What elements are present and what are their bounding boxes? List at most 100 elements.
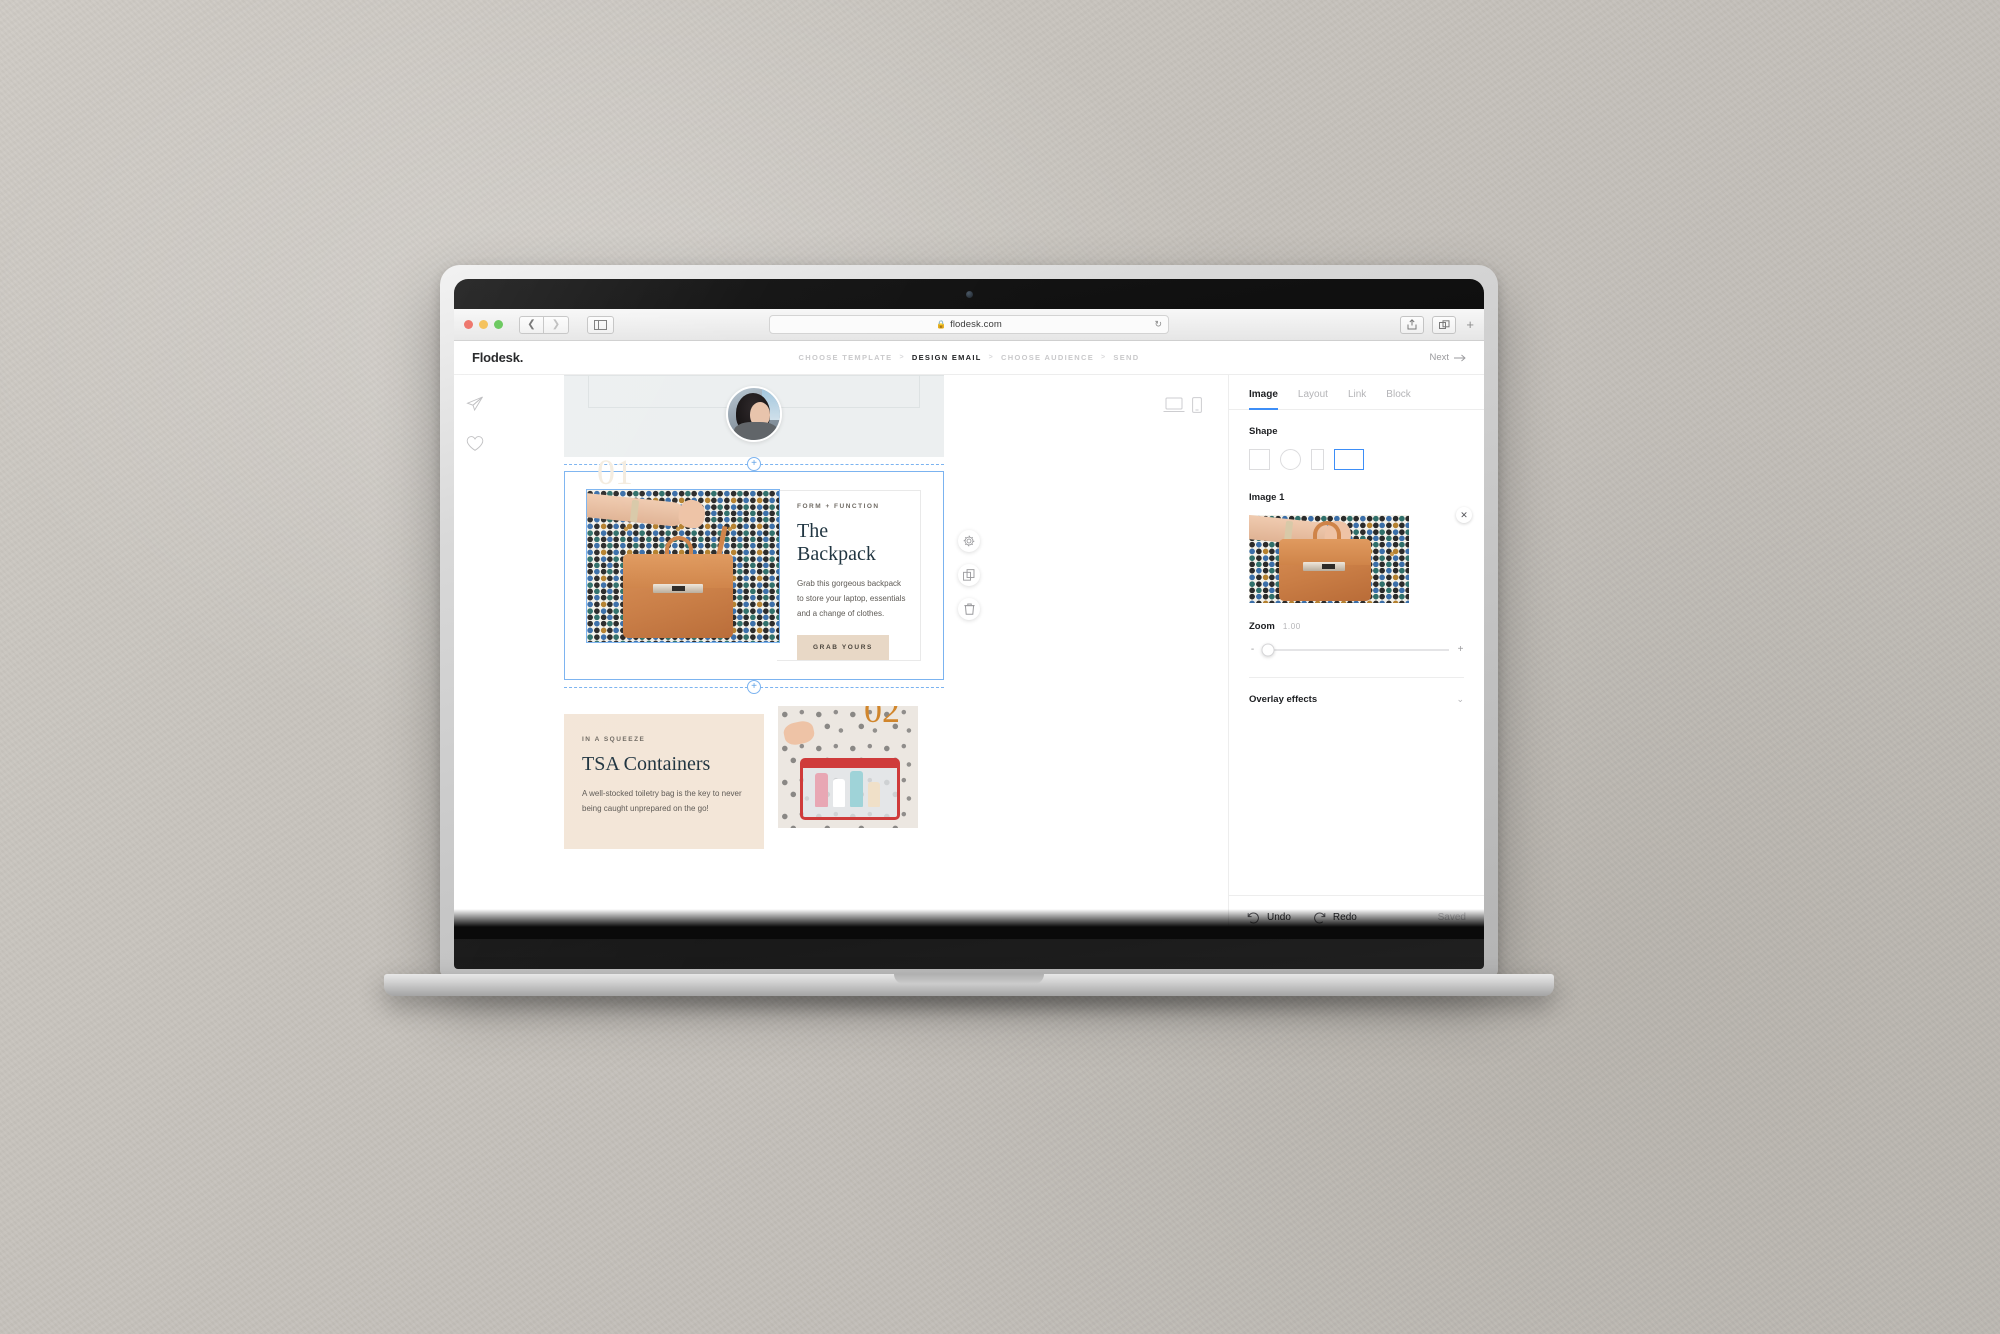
close-icon[interactable]: ✕ bbox=[1456, 507, 1472, 523]
zoom-increase-button[interactable]: + bbox=[1457, 644, 1464, 655]
block-number-02: 02 bbox=[864, 706, 900, 731]
grab-yours-button[interactable]: GRAB YOURS bbox=[797, 635, 889, 661]
product-kicker: FORM + FUNCTION bbox=[797, 503, 880, 510]
zoom-slider-row[interactable]: - + bbox=[1249, 643, 1464, 656]
image-thumbnail-wrapper: ✕ bbox=[1249, 507, 1472, 603]
url-text: flodesk.com bbox=[950, 319, 1002, 330]
chevron-down-icon[interactable]: ⌄ bbox=[1456, 694, 1464, 705]
breadcrumb: CHOOSE TEMPLATE > DESIGN EMAIL > CHOOSE … bbox=[799, 353, 1140, 362]
avatar[interactable] bbox=[726, 386, 782, 442]
panel-body: Shape Image 1 ✕ Zoom 1.00 - + Overlay ef… bbox=[1229, 410, 1484, 895]
zoom-slider-thumb[interactable] bbox=[1261, 643, 1275, 656]
favorites-icon[interactable] bbox=[466, 435, 484, 453]
breadcrumb-separator: > bbox=[899, 354, 905, 361]
square-shape-option[interactable] bbox=[1249, 449, 1270, 470]
product-description: A well-stocked toiletry bag is the key t… bbox=[582, 789, 742, 814]
next-label: Next bbox=[1429, 352, 1449, 363]
tab-layout[interactable]: Layout bbox=[1298, 389, 1328, 409]
image-thumbnail[interactable] bbox=[1249, 515, 1409, 603]
breadcrumb-step-design-email[interactable]: DESIGN EMAIL bbox=[912, 353, 982, 362]
product-description: Grab this gorgeous backpack to store you… bbox=[797, 579, 906, 618]
pouch-zipper bbox=[803, 761, 897, 769]
window-controls[interactable] bbox=[464, 320, 503, 329]
backpack-clasp bbox=[653, 584, 703, 593]
zoom-header: Zoom 1.00 bbox=[1249, 621, 1464, 632]
tab-block[interactable]: Block bbox=[1386, 389, 1410, 409]
lock-icon: 🔒 bbox=[936, 320, 947, 329]
webcam-icon bbox=[965, 291, 973, 298]
email-header-block[interactable] bbox=[564, 375, 944, 457]
delete-icon[interactable] bbox=[958, 598, 980, 620]
wide-shape-option[interactable] bbox=[1334, 449, 1364, 470]
breadcrumb-separator: > bbox=[988, 354, 995, 361]
zoom-value: 1.00 bbox=[1282, 622, 1301, 631]
close-window-button[interactable] bbox=[464, 320, 473, 329]
share-button[interactable] bbox=[1400, 315, 1425, 334]
breadcrumb-step-send[interactable]: SEND bbox=[1113, 353, 1139, 362]
product-row: 01 FORM + FUNCTION The Backpack Grab thi… bbox=[586, 454, 921, 662]
tab-image[interactable]: Image bbox=[1249, 389, 1278, 410]
shape-label: Shape bbox=[1249, 426, 1278, 437]
app-header: Flodesk. CHOOSE TEMPLATE > DESIGN EMAIL … bbox=[454, 341, 1484, 375]
minimize-window-button[interactable] bbox=[479, 320, 488, 329]
laptop-mockup: ❮ ❯ 🔒 flodesk.com ↻ + Flodesk. CHOOSE TE… bbox=[362, 265, 1578, 1025]
toiletry-pouch-graphic bbox=[800, 758, 900, 821]
add-block-button[interactable]: + bbox=[747, 680, 761, 695]
panel-tabs: Image Layout Link Block bbox=[1229, 375, 1484, 410]
bottle-4 bbox=[868, 782, 880, 808]
zoom-slider[interactable] bbox=[1261, 643, 1449, 656]
backpack-graphic bbox=[623, 525, 733, 638]
panel-divider bbox=[1249, 677, 1464, 678]
duplicate-icon[interactable] bbox=[958, 564, 980, 586]
new-tab-button[interactable]: + bbox=[1466, 317, 1474, 332]
avatar-body bbox=[734, 422, 778, 440]
screen-content: ❮ ❯ 🔒 flodesk.com ↻ + Flodesk. CHOOSE TE… bbox=[454, 309, 1484, 939]
laptop-lid: ❮ ❯ 🔒 flodesk.com ↻ + Flodesk. CHOOSE TE… bbox=[440, 265, 1498, 976]
sidebar-toggle-button[interactable] bbox=[587, 315, 614, 334]
screen-bottom-shade bbox=[454, 909, 1484, 939]
product-image-tsa[interactable]: 02 bbox=[778, 706, 918, 829]
product-image-backpack[interactable] bbox=[586, 489, 780, 643]
mobile-preview-icon[interactable] bbox=[1192, 397, 1202, 413]
portrait-shape-option[interactable] bbox=[1311, 449, 1324, 470]
flodesk-logo[interactable]: Flodesk. bbox=[472, 350, 523, 365]
settings-icon[interactable] bbox=[958, 530, 980, 552]
overlay-effects-label: Overlay effects bbox=[1249, 694, 1318, 705]
breadcrumb-separator: > bbox=[1101, 354, 1107, 361]
reload-icon[interactable]: ↻ bbox=[1154, 319, 1162, 330]
arrow-right-icon bbox=[1454, 354, 1466, 361]
block-actions bbox=[958, 530, 980, 620]
add-block-button[interactable]: + bbox=[747, 457, 761, 471]
circle-shape-option[interactable] bbox=[1280, 449, 1301, 470]
address-bar[interactable]: 🔒 flodesk.com ↻ bbox=[769, 315, 1169, 334]
overlay-effects-row[interactable]: Overlay effects ⌄ bbox=[1249, 694, 1464, 705]
chrome-right-controls: + bbox=[1400, 315, 1474, 334]
laptop-notch bbox=[894, 974, 1044, 984]
backpack-flap bbox=[623, 554, 733, 588]
tab-link[interactable]: Link bbox=[1348, 389, 1366, 409]
navigation-buttons[interactable]: ❮ ❯ bbox=[519, 315, 569, 334]
email-body: + 01 FORM + FUNCTION The Backpack Grab t… bbox=[564, 375, 944, 849]
breadcrumb-step-choose-template[interactable]: CHOOSE TEMPLATE bbox=[799, 353, 893, 362]
product-kicker: IN A SQUEEZE bbox=[582, 736, 646, 744]
next-button[interactable]: Next bbox=[1429, 352, 1466, 363]
zoom-label: Zoom bbox=[1249, 621, 1275, 632]
maximize-window-button[interactable] bbox=[494, 320, 503, 329]
device-preview-toggle[interactable] bbox=[1163, 397, 1202, 413]
product-block-02[interactable]: IN A SQUEEZE TSA Containers A well-stock… bbox=[564, 706, 944, 849]
product-block-01[interactable]: 01 FORM + FUNCTION The Backpack Grab thi… bbox=[564, 454, 944, 681]
shape-options bbox=[1249, 449, 1464, 470]
back-button[interactable]: ❮ bbox=[519, 315, 544, 334]
send-icon[interactable] bbox=[466, 395, 484, 413]
tabs-overview-button[interactable] bbox=[1432, 315, 1457, 334]
product-text-backpack: FORM + FUNCTION The Backpack Grab this g… bbox=[777, 490, 921, 662]
browser-chrome: ❮ ❯ 🔒 flodesk.com ↻ + bbox=[454, 309, 1484, 341]
screen-bezel: ❮ ❯ 🔒 flodesk.com ↻ + Flodesk. CHOOSE TE… bbox=[454, 279, 1484, 969]
forward-button[interactable]: ❯ bbox=[544, 315, 569, 334]
desktop-preview-icon[interactable] bbox=[1163, 397, 1185, 413]
bottle-3 bbox=[850, 771, 863, 808]
breadcrumb-step-choose-audience[interactable]: CHOOSE AUDIENCE bbox=[1001, 353, 1094, 362]
zoom-decrease-button[interactable]: - bbox=[1249, 644, 1256, 655]
add-block-bar-bottom[interactable]: + bbox=[564, 680, 944, 695]
product-title: The Backpack bbox=[797, 520, 876, 565]
